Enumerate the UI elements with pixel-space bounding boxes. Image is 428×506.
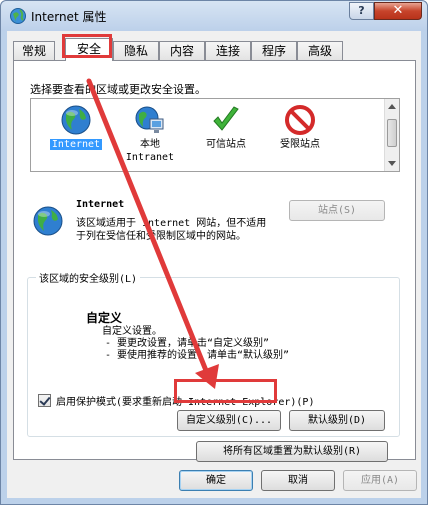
title-bar[interactable]: Internet 属性 ? ✕ xyxy=(1,1,427,31)
ok-button[interactable]: 确定 xyxy=(179,470,253,491)
dialog-client-area: 常规 安全 隐私 内容 连接 程序 高级 选择要查看的区域或更改安全设置。 In… xyxy=(7,31,421,498)
sites-button[interactable]: 站点(S) xyxy=(289,200,385,221)
zone-label-local-intranet: 本地 Intranet xyxy=(125,139,175,163)
tab-connections[interactable]: 连接 xyxy=(205,41,251,60)
close-button[interactable]: ✕ xyxy=(374,2,422,20)
window-title: Internet 属性 xyxy=(31,10,107,24)
zone-label-trusted-sites: 可信站点 xyxy=(206,139,246,150)
help-button[interactable]: ? xyxy=(349,2,374,20)
protected-mode-checkbox[interactable] xyxy=(38,394,51,407)
zone-caption: 选择要查看的区域或更改安全设置。 xyxy=(30,83,206,96)
default-level-button[interactable]: 默认级别(D) xyxy=(289,410,385,431)
security-level-group-title: 该区域的安全级别(L) xyxy=(36,270,141,285)
tab-programs[interactable]: 程序 xyxy=(251,41,297,60)
zone-restricted-sites[interactable]: 受限站点 xyxy=(265,104,335,170)
cancel-button[interactable]: 取消 xyxy=(261,470,335,491)
apply-button[interactable]: 应用(A) xyxy=(343,470,417,491)
security-level-line: 自定义设置。 xyxy=(102,326,162,337)
zone-internet[interactable]: Internet xyxy=(41,104,111,170)
globe-icon xyxy=(33,206,63,236)
security-level-line: - 要更改设置，请单击“自定义级别” xyxy=(105,338,270,349)
custom-level-highlight xyxy=(174,379,277,403)
tab-privacy[interactable]: 隐私 xyxy=(113,41,159,60)
custom-level-button[interactable]: 自定义级别(C)... xyxy=(177,410,281,431)
tab-general[interactable]: 常规 xyxy=(13,41,55,60)
security-tab-highlight xyxy=(62,34,112,58)
scroll-thumb[interactable] xyxy=(387,119,397,147)
green-check-icon xyxy=(213,106,239,131)
tab-content[interactable]: 内容 xyxy=(159,41,205,60)
security-level-name: 自定义 xyxy=(86,311,123,325)
no-entry-icon xyxy=(285,105,315,135)
scroll-up-icon[interactable] xyxy=(388,104,396,109)
zone-label-restricted-sites: 受限站点 xyxy=(280,139,320,150)
internet-properties-window: Internet 属性 ? ✕ 常规 安全 隐私 内容 连接 程序 高级 选择要… xyxy=(0,0,428,505)
local-intranet-icon xyxy=(135,106,164,133)
security-level-line: - 要使用推荐的设置，请单击“默认级别” xyxy=(105,350,290,361)
scroll-down-icon[interactable] xyxy=(388,161,396,166)
globe-icon xyxy=(61,105,91,135)
security-level-description: 自定义设置。 - 要更改设置，请单击“自定义级别” - 要使用推荐的设置，请单击… xyxy=(102,326,289,362)
internet-properties-icon xyxy=(10,8,26,24)
reset-all-zones-button[interactable]: 将所有区域重置为默认级别(R) xyxy=(196,441,388,462)
zone-info-description: 该区域适用于 Internet 网站，但不适用于列在受信任和受限制区域中的网站。 xyxy=(76,218,267,242)
zone-local-intranet[interactable]: 本地 Intranet xyxy=(115,104,185,170)
zone-list: Internet 本地 Intranet 可信站点 受限站点 xyxy=(30,98,400,172)
zone-list-scrollbar[interactable] xyxy=(384,99,399,171)
zone-label-internet: Internet xyxy=(49,139,103,150)
zone-info-name: Internet xyxy=(76,199,125,210)
zone-trusted-sites[interactable]: 可信站点 xyxy=(191,104,261,170)
tab-advanced[interactable]: 高级 xyxy=(297,41,343,60)
